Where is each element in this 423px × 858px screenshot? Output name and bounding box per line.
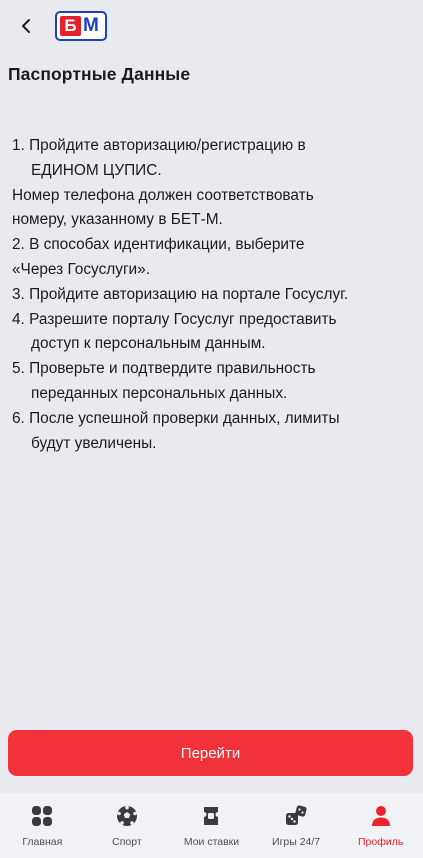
tab-label: Игры 24/7	[272, 836, 321, 848]
instruction-line: 6. После успешной проверки данных, лимит…	[12, 409, 340, 427]
instruction-line: переданных персональных данных.	[31, 384, 288, 402]
tab-my-bets[interactable]: Мои ставки	[169, 793, 254, 858]
page-title: Паспортные Данные	[8, 64, 191, 84]
tab-profile[interactable]: Профиль	[338, 793, 423, 858]
soccer-ball-icon	[116, 805, 137, 826]
chevron-left-icon	[22, 19, 30, 33]
tab-home[interactable]: Главная	[0, 793, 85, 858]
ticket-icon	[204, 807, 219, 825]
betm-logo: Б М	[55, 11, 107, 41]
instruction-line: будут увеличены.	[31, 434, 157, 452]
profile-icon	[371, 806, 390, 826]
tab-label: Мои ставки	[183, 836, 240, 848]
instruction-line: 1. Пройдите авторизацию/регистрацию в	[12, 137, 306, 154]
instruction-line: 3. Пройдите авторизацию на портале Госус…	[12, 285, 349, 303]
back-button[interactable]	[14, 13, 40, 39]
instruction-line: «Через Госуслуги».	[12, 260, 150, 278]
tab-label: Главная	[22, 836, 63, 848]
tab-label: Профиль	[358, 836, 404, 848]
instruction-line: доступ к персональным данным.	[31, 335, 266, 353]
tab-sport[interactable]: Спорт	[85, 793, 170, 858]
instruction-line: 2. В способах идентификации, выберите	[12, 236, 305, 254]
top-bar: Б М	[0, 0, 423, 52]
go-button[interactable]: Перейти	[8, 730, 413, 776]
tab-games[interactable]: Игры 24/7	[254, 793, 339, 858]
dice-icon	[286, 805, 307, 825]
instructions-list: 1. Пройдите авторизацию/регистрацию в ЕД…	[12, 134, 412, 456]
instruction-line: номеру, указанному в БЕТ-М.	[12, 211, 223, 229]
logo-letter-m: М	[83, 15, 99, 36]
logo-letter-b: Б	[60, 16, 81, 36]
instruction-line: 5. Проверьте и подтвердите правильность	[12, 360, 316, 378]
home-grid-icon	[32, 806, 53, 826]
tab-label: Спорт	[112, 836, 142, 848]
instruction-line: ЕДИНОМ ЦУПИС.	[31, 161, 162, 179]
instruction-line: 4. Разрешите порталу Госуслуг предостави…	[12, 310, 337, 328]
instruction-line: Номер телефона должен соответствовать	[12, 186, 314, 204]
bottom-tab-bar: Главная Спорт Мои ставки Игры 24/7 Профи…	[0, 793, 423, 858]
